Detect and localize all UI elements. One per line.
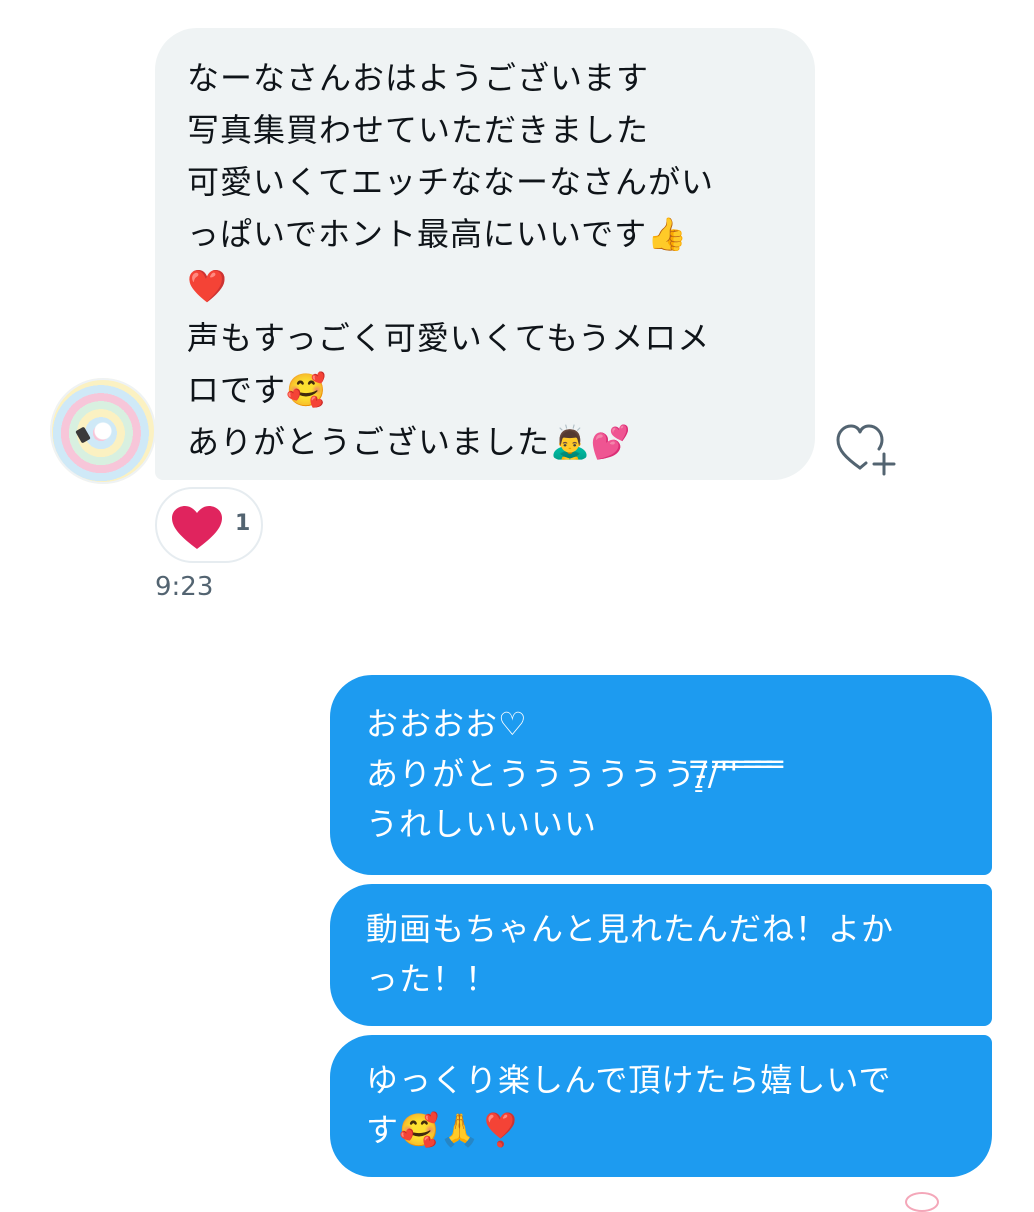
outgoing-message-bubble[interactable]: おおおお♡ ありがとうううううう/̵͇̿̿/'̿'̿ ̿ ̿̿ ̿̿ ̿̿ うれ…: [330, 675, 992, 875]
message-line: った！！: [366, 960, 499, 998]
avatar-mark: [75, 426, 91, 444]
message-line: 可愛いくてエッチななーなさんがい: [187, 163, 715, 201]
message-line: ゆっくり楽しんで頂けたら嬉しいで: [366, 1061, 892, 1099]
message-line: ロです🥰: [187, 371, 327, 409]
message-line: す🥰🙏❣️: [366, 1111, 522, 1149]
message-line: 動画もちゃんと見れたんだね！よか: [366, 910, 895, 948]
message-line: おおおお♡: [366, 705, 528, 743]
outgoing-message-bubble[interactable]: ゆっくり楽しんで頂けたら嬉しいで す🥰🙏❣️: [330, 1035, 992, 1177]
message-line: 声もすっごく可愛いくてもうメロメ: [187, 319, 711, 357]
message-line: なーなさんおはようございます: [187, 59, 650, 97]
reaction-pill[interactable]: 1: [155, 487, 263, 563]
message-line: ❤️: [187, 267, 228, 305]
message-line: ありがとうううううう/̵͇̿̿/'̿'̿ ̿ ̿̿ ̿̿ ̿̿: [366, 755, 784, 793]
heart-icon: [172, 506, 222, 549]
avatar[interactable]: [50, 378, 156, 484]
heart-plus-icon[interactable]: [836, 424, 898, 478]
outgoing-message-bubble[interactable]: 動画もちゃんと見れたんだね！よか った！！: [330, 884, 992, 1026]
message-line: 写真集買わせていただきました: [187, 111, 650, 149]
reaction-count: 1: [235, 511, 251, 536]
message-timestamp: 9:23: [155, 572, 214, 602]
incoming-message-bubble[interactable]: なーなさんおはようございます 写真集買わせていただきました 可愛いくてエッチなな…: [155, 28, 815, 480]
message-line: ありがとうございました🙇‍♂️💕: [187, 423, 632, 461]
partial-icon: [905, 1192, 939, 1212]
message-line: うれしいいいい: [366, 805, 598, 843]
message-line: っぱいでホント最高にいいです👍: [187, 215, 688, 253]
